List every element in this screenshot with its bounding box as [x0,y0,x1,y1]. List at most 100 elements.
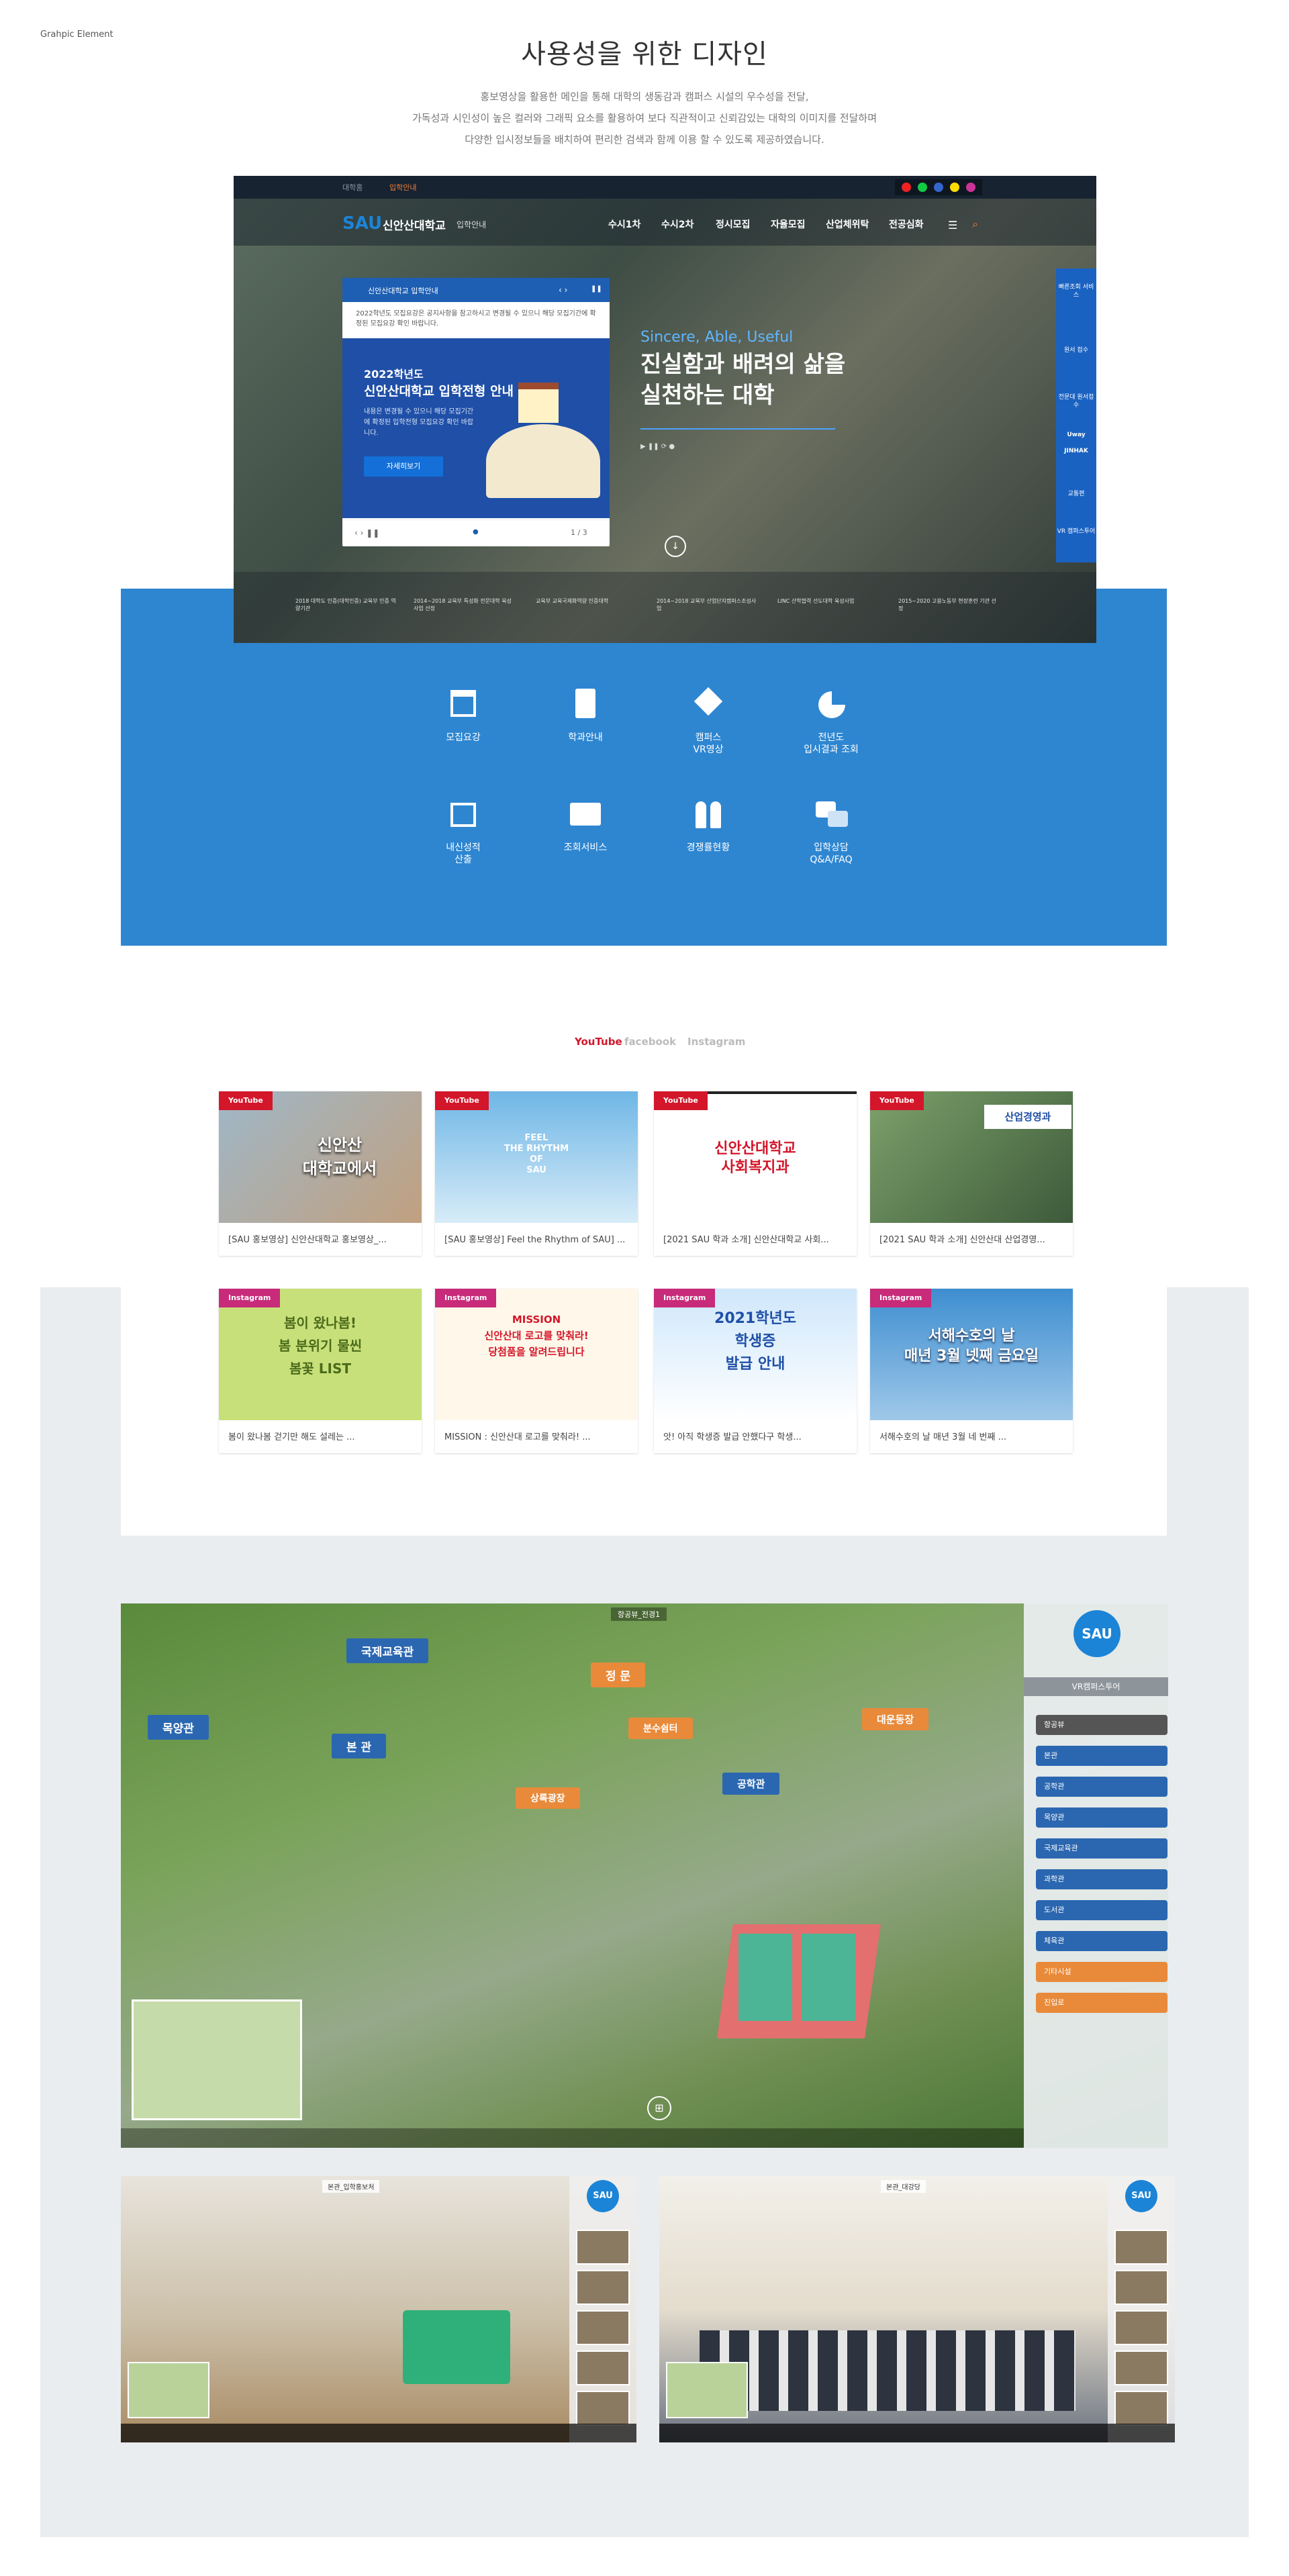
panel-item[interactable]: 진입로 [1036,1993,1167,2013]
menu-competition[interactable]: 경쟁률현황 [641,796,775,854]
panel-item[interactable]: 체육관 [1036,1931,1167,1951]
tab-facebook[interactable]: facebook [624,1036,676,1048]
search-icon[interactable]: ⌕ [972,217,978,231]
youtube-card[interactable]: 산업경영과 YouTube [2021 SAU 학과 소개] 신안산대 산업경영… [870,1091,1073,1256]
calculator-icon [445,796,481,832]
vr-tour-office[interactable]: 본관_입학홍보처 SAU [121,2176,636,2442]
minimap[interactable] [666,2362,748,2418]
vr-tour-link[interactable]: VR 캠퍼스투어 [1056,528,1096,536]
quick-lookup-link[interactable]: 빠른조회 서비스 [1056,283,1096,299]
panel-item[interactable]: 공학관 [1036,1777,1167,1797]
panel-item[interactable]: 도서관 [1036,1900,1167,1920]
nav-item[interactable]: 정시모집 [716,217,751,231]
logo-mark[interactable]: SAU [342,213,382,234]
jinhak-link[interactable]: JINHAK [1056,447,1096,455]
map-pin[interactable]: 분수쉼터 [628,1718,693,1739]
blog-icon[interactable] [918,183,927,192]
facebook-icon[interactable] [934,183,943,192]
hamburger-icon[interactable]: ☰ [948,219,957,232]
tab-instagram[interactable]: Instagram [687,1036,745,1048]
panel-item[interactable]: 본관 [1036,1746,1167,1766]
partner-badge: 교육부 교육국제화역량 인증대학 [536,598,609,604]
map-pin[interactable]: 상록광장 [516,1787,580,1809]
scene-thumbnail[interactable] [576,2270,630,2305]
panel-item[interactable]: 과학관 [1036,1869,1167,1889]
map-pin[interactable]: 국제교육관 [346,1638,429,1663]
admission-poster[interactable]: 2022학년도 신안산대학교 입학전형 안내 내용은 변경될 수 있으니 해당 … [342,338,610,518]
youtube-card[interactable]: FEEL THE RHYTHM OF SAU YouTube [SAU 홍보영상… [435,1091,638,1256]
scene-thumbnail[interactable] [576,2350,630,2385]
transport-link[interactable]: 교통편 [1056,490,1096,498]
grid-icon[interactable]: ⊞ [647,2096,671,2120]
instagram-card[interactable]: 봄이 왔나봄! 봄 분위기 물씬 봄꽃 LIST Instagram 봄이 왔나… [219,1289,422,1453]
chevron-icon[interactable]: ‹ › ❚❚ [354,528,379,538]
scene-thumbnail[interactable] [1114,2391,1168,2426]
post-caption: 서해수호의 날 매년 3월 네 번째 ... [879,1432,1006,1442]
nav-item[interactable]: 전공심화 [889,217,924,231]
application-link[interactable]: 원서 접수 [1056,346,1096,354]
menu-grade-calc[interactable]: 내신성적 산출 [396,796,530,866]
nav-item[interactable]: 수시2차 [661,217,694,231]
scene-thumbnail[interactable] [576,2310,630,2345]
minimap[interactable] [128,2362,209,2418]
instagram-icon[interactable] [966,183,975,192]
nav-item[interactable]: 자율모집 [771,217,806,231]
scroll-down-icon[interactable]: ↓ [665,536,686,557]
menu-vr-campus[interactable]: 캠퍼스 VR영상 [641,686,775,756]
map-pin[interactable]: 목양관 [148,1715,209,1740]
instagram-card[interactable]: MISSION 신안산대 로고를 맞춰라! 당첨품을 알려드립니다 Instag… [435,1289,638,1453]
prev-icon[interactable]: ‹ › [559,285,567,295]
topbar-link-admission[interactable]: 입학안내 [389,182,416,193]
uway-link[interactable]: Uway [1056,431,1096,439]
slide-controls[interactable]: ▶ ❚❚ ⟳ ● [640,443,675,450]
youtube-icon[interactable] [902,183,911,192]
menu-lookup[interactable]: 조회서비스 [518,796,653,854]
panel-item[interactable]: 목양관 [1036,1807,1167,1828]
nav-item[interactable]: 수시1차 [608,217,640,231]
thumbnail-text: 신안산대학교 사회복지과 [714,1140,796,1176]
menu-departments[interactable]: 학과안내 [518,686,653,744]
book-illustration-icon [486,424,600,498]
scene-thumbnails: SAU [569,2176,636,2442]
panel-item[interactable]: 국제교육관 [1036,1838,1167,1859]
youtube-card[interactable]: 신안산 대학교에서 YouTube [SAU 홍보영상] 신안산대학교 홍보영상… [219,1091,422,1256]
homepage-mockup: 대학홈 입학안내 SAU 신안산대학교 입학안내 수시1차 수시2차 정시모집 … [234,176,1096,643]
menu-guide[interactable]: 모집요강 [396,686,530,744]
topbar-link-home[interactable]: 대학홈 [342,182,363,193]
online-application-link[interactable]: 전문대 원서접수 [1056,393,1096,409]
scene-thumbnail[interactable] [1114,2270,1168,2305]
instagram-card[interactable]: 서해수호의 날 매년 3월 넷째 금요일 Instagram 서해수호의 날 매… [870,1289,1073,1453]
menu-past-results[interactable]: 전년도 입시결과 조회 [764,686,898,756]
tab-youtube[interactable]: YouTube [575,1036,622,1048]
youtube-card[interactable]: 신안산대학교 사회복지과 YouTube [2021 SAU 학과 소개] 신안… [654,1091,857,1256]
scene-thumbnail[interactable] [1114,2310,1168,2345]
view-label: 항공뷰_전경1 [611,1607,667,1621]
map-pin[interactable]: 대운동장 [862,1708,929,1730]
pause-icon[interactable]: ❚❚ [591,285,602,293]
vr-campus-map[interactable]: 항공뷰_전경1 국제교육관 정 문 목양관 본 관 분수쉼터 대운동장 상록광장… [121,1603,1168,2148]
dot-indicator[interactable]: ● [473,528,479,536]
nav-item[interactable]: 산업체위탁 [826,217,869,231]
minimap[interactable] [132,1999,302,2120]
logo-name[interactable]: 신안산대학교 [383,216,446,233]
scene-thumbnail[interactable] [1114,2350,1168,2385]
partner-badge: 2015~2020 고용노동부 현장훈련 기관 선정 [898,598,996,611]
people-icon [690,796,726,832]
panel-item[interactable]: 기타시설 [1036,1962,1167,1982]
post-caption: 앗! 아직 학생증 발급 안했다구 학생... [663,1432,802,1442]
scene-thumbnails: SAU [1108,2176,1175,2442]
green-counter [403,2310,510,2384]
kakao-icon[interactable] [950,183,959,192]
detail-button[interactable]: 자세히보기 [364,456,443,477]
scene-thumbnail[interactable] [576,2230,630,2265]
vr-tour-auditorium[interactable]: 본관_대강당 SAU [659,2176,1175,2442]
scene-thumbnail[interactable] [1114,2230,1168,2265]
panel-item[interactable]: 항공뷰 [1036,1715,1167,1735]
map-pin[interactable]: 정 문 [591,1663,646,1687]
instagram-card[interactable]: 2021학년도 학생증 발급 안내 Instagram 앗! 아직 학생증 발급… [654,1289,857,1453]
map-pin[interactable]: 본 관 [332,1734,387,1758]
menu-counsel[interactable]: 입학상담 Q&A/FAQ [764,796,898,866]
post-caption: MISSION : 신안산대 로고를 맞춰라! ... [444,1432,591,1442]
scene-thumbnail[interactable] [576,2391,630,2426]
map-pin[interactable]: 공학관 [722,1773,780,1795]
